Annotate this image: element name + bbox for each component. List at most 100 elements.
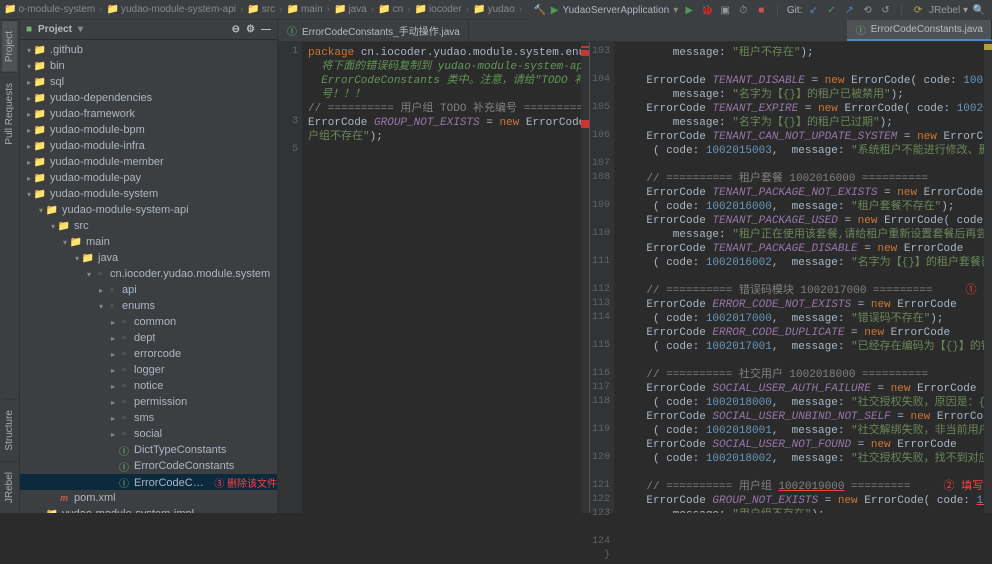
collapse-icon[interactable]: ⊖ — [232, 24, 240, 35]
rail-pull-requests[interactable]: Pull Requests — [2, 72, 17, 155]
chevron-down-icon[interactable]: ▾ — [72, 253, 82, 263]
chevron-right-icon[interactable]: ▸ — [96, 285, 106, 295]
tree-node[interactable]: ▾enums — [20, 298, 277, 314]
git-commit-icon[interactable]: ✓ — [824, 3, 838, 17]
project-tree[interactable]: ▾.github▾bin▸sql▸yudao-dependencies▸yuda… — [20, 40, 277, 513]
run-config-icon[interactable]: ▶ — [551, 5, 559, 16]
tree-node[interactable]: ▸yudao-module-infra — [20, 138, 277, 154]
tree-node[interactable]: ▸sql — [20, 74, 277, 90]
breadcrumb-crumb[interactable]: 📁 main — [287, 4, 323, 15]
chevron-right-icon[interactable]: ▸ — [24, 93, 34, 103]
tree-node[interactable]: ▸common — [20, 314, 277, 330]
chevron-right-icon[interactable]: ▸ — [108, 317, 118, 327]
chevron-right-icon[interactable]: ▸ — [24, 141, 34, 151]
breadcrumb-crumb[interactable]: 📁 cn — [378, 4, 403, 15]
tree-node[interactable]: ▸api — [20, 282, 277, 298]
tree-node[interactable]: ErrorCodeConstants — [20, 458, 277, 474]
chevron-down-icon[interactable]: ▾ — [60, 237, 70, 247]
tree-node[interactable]: pom.xml — [20, 490, 277, 506]
git-push-icon[interactable]: ↗ — [842, 3, 856, 17]
tree-node[interactable]: ▸yudao-module-bpm — [20, 122, 277, 138]
breadcrumb-crumb[interactable]: 📁 o-module-system — [4, 4, 95, 15]
tree-node[interactable]: DictTypeConstants — [20, 442, 277, 458]
chevron-right-icon[interactable]: ▸ — [108, 413, 118, 423]
chevron-right-icon[interactable]: ▸ — [108, 381, 118, 391]
hammer-icon[interactable]: 🔨 — [533, 3, 547, 17]
breadcrumb-crumb[interactable]: 📁 yudao — [473, 4, 515, 15]
tree-node[interactable]: ▾bin — [20, 58, 277, 74]
chevron-right-icon[interactable]: ▸ — [108, 365, 118, 375]
chevron-down-icon[interactable]: ▾ — [96, 301, 106, 311]
breadcrumb-crumb[interactable]: 📁 yudao-module-system-api — [107, 4, 237, 15]
git-history-icon[interactable]: ⟲ — [860, 3, 874, 17]
chevron-right-icon[interactable]: ▸ — [24, 77, 34, 87]
gear-icon[interactable]: ⚙ — [246, 24, 255, 35]
tree-node[interactable]: ▸yudao-module-system-impl — [20, 506, 277, 513]
hide-icon[interactable]: — — [261, 24, 271, 35]
tree-node[interactable]: ▸logger — [20, 362, 277, 378]
tree-node[interactable]: ▸errorcode — [20, 346, 277, 362]
coverage-icon[interactable]: ▣ — [718, 3, 732, 17]
chevron-down-icon[interactable]: ▾ — [84, 269, 94, 279]
project-tool-window[interactable]: ■ Project ▾ ⊖ ⚙ — ▾.github▾bin▸sql▸yudao… — [20, 20, 278, 513]
git-rollback-icon[interactable]: ↺ — [878, 3, 892, 17]
tree-node[interactable]: ▸yudao-framework — [20, 106, 277, 122]
rail-structure[interactable]: Structure — [2, 399, 17, 461]
code-area[interactable]: package cn.iocoder.yudao.module.system.e… — [302, 42, 581, 513]
error-stripe[interactable] — [984, 42, 992, 513]
chevron-right-icon[interactable] — [48, 493, 58, 503]
chevron-right-icon[interactable]: ▸ — [24, 157, 34, 167]
tree-node[interactable]: ▾yudao-module-system-api — [20, 202, 277, 218]
jrebel-icon[interactable]: ⟳ — [911, 3, 925, 17]
tree-node[interactable]: ▾src — [20, 218, 277, 234]
tree-node[interactable]: ▸notice — [20, 378, 277, 394]
run-icon[interactable]: ▶ — [682, 3, 696, 17]
tree-node[interactable]: ▾main — [20, 234, 277, 250]
error-stripe[interactable] — [581, 42, 589, 513]
git-update-icon[interactable]: ↙ — [806, 3, 820, 17]
tree-node[interactable]: ▾yudao-module-system — [20, 186, 277, 202]
chevron-right-icon[interactable]: ▸ — [24, 173, 34, 183]
tree-node[interactable]: ▾java — [20, 250, 277, 266]
tree-node[interactable]: ▾.github — [20, 42, 277, 58]
code-area[interactable]: message: "租户不存在"); ErrorCode TENANT_DISA… — [614, 42, 984, 513]
tree-node[interactable]: ▾cn.iocoder.yudao.module.system — [20, 266, 277, 282]
tree-node[interactable]: ▸dept — [20, 330, 277, 346]
stop-icon[interactable]: ■ — [754, 3, 768, 17]
tree-node[interactable]: ▸yudao-dependencies — [20, 90, 277, 106]
chevron-right-icon[interactable]: ▸ — [24, 125, 34, 135]
rail-jrebel[interactable]: JRebel — [2, 461, 17, 513]
chevron-down-icon[interactable]: ▾ — [36, 205, 46, 215]
rail-project[interactable]: Project — [2, 20, 17, 72]
chevron-down-icon[interactable]: ▾ — [24, 189, 34, 199]
right-editor[interactable]: 1031041051061071081091101111121131141151… — [590, 42, 992, 513]
chevron-right-icon[interactable]: ▸ — [24, 109, 34, 119]
tree-node[interactable]: ▸yudao-module-member — [20, 154, 277, 170]
chevron-down-icon[interactable]: ▾ — [24, 45, 34, 55]
profile-icon[interactable]: ⏱ — [736, 3, 750, 17]
run-config-selector[interactable]: YudaoServerApplication — [563, 5, 670, 16]
chevron-right-icon[interactable]: ▸ — [108, 397, 118, 407]
breadcrumb-crumb[interactable]: 📁 java — [334, 4, 367, 15]
tree-node[interactable]: ▸yudao-module-pay — [20, 170, 277, 186]
left-editor[interactable]: 135 package cn.iocoder.yudao.module.syst… — [278, 42, 590, 513]
breadcrumb-crumb[interactable]: 📁 iocoder — [415, 4, 462, 15]
chevron-right-icon[interactable] — [108, 477, 118, 487]
chevron-down-icon[interactable]: ▾ — [48, 221, 58, 231]
breadcrumb-crumb[interactable]: 📁 src — [247, 4, 275, 15]
tab-left-file[interactable]: ErrorCodeConstants_手动操作.java — [278, 20, 469, 41]
chevron-right-icon[interactable]: ▸ — [108, 349, 118, 359]
search-icon[interactable]: 🔍 — [972, 3, 986, 17]
tree-node[interactable]: ▸permission — [20, 394, 277, 410]
tree-node[interactable]: ErrorCodeConstants_手动操作.java③ 删除该文件 — [20, 474, 277, 490]
chevron-right-icon[interactable] — [108, 461, 118, 471]
tree-node[interactable]: ▸sms — [20, 410, 277, 426]
chevron-right-icon[interactable]: ▸ — [108, 429, 118, 439]
chevron-right-icon[interactable]: ▸ — [108, 333, 118, 343]
chevron-right-icon[interactable] — [108, 445, 118, 455]
chevron-right-icon[interactable]: ▸ — [36, 509, 46, 513]
tab-right-file[interactable]: ErrorCodeConstants.java — [847, 20, 992, 41]
debug-icon[interactable]: 🐞 — [700, 3, 714, 17]
tree-node[interactable]: ▸social — [20, 426, 277, 442]
chevron-down-icon[interactable]: ▾ — [24, 61, 34, 71]
